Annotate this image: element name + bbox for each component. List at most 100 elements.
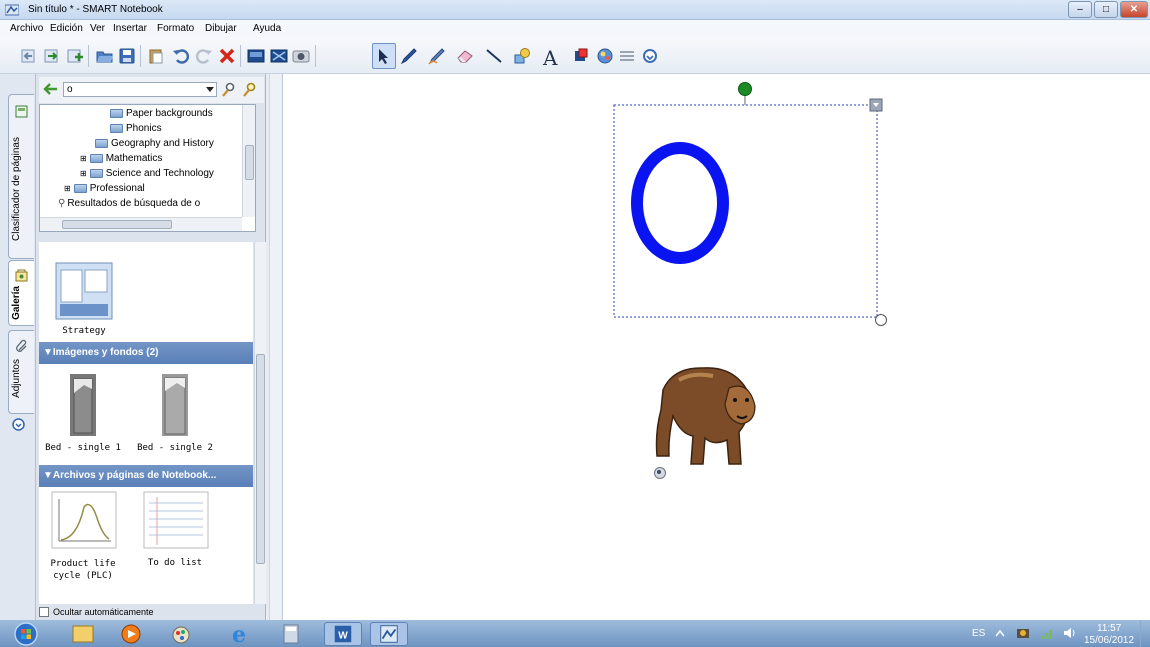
pen-icon[interactable] [400, 47, 418, 65]
tree-item[interactable]: Paper backgrounds [110, 108, 213, 119]
previous-page-icon[interactable] [20, 47, 38, 65]
auto-hide-checkbox[interactable] [39, 607, 49, 617]
taskbar: e W ES 11:57 15/06/2012 [0, 620, 1150, 647]
window-title: Sin título * - SMART Notebook [28, 4, 163, 15]
show-hidden-icons-icon[interactable] [995, 629, 1005, 637]
tab-gallery[interactable]: Galería [8, 260, 34, 326]
tree-item[interactable]: ⊞ Professional [64, 183, 145, 194]
select-icon[interactable] [375, 47, 393, 65]
selected-text-object[interactable] [608, 79, 908, 339]
explorer-icon[interactable] [64, 622, 102, 646]
properties-icon[interactable] [596, 47, 614, 65]
tree-item[interactable]: Geography and History [95, 138, 214, 149]
tree-hscrollbar[interactable] [40, 217, 242, 231]
network-icon[interactable] [1040, 626, 1056, 640]
tab-page-sorter[interactable]: Clasificador de páginas [8, 94, 34, 259]
side-tab-strip: Clasificador de páginas Galería Adjuntos [0, 74, 36, 620]
more-icon[interactable] [641, 47, 659, 65]
folder-icon [73, 183, 87, 193]
show-desktop-button[interactable] [1140, 620, 1150, 647]
add-page-icon[interactable] [66, 47, 84, 65]
close-button[interactable]: ✕ [1120, 1, 1148, 18]
fill-icon[interactable] [573, 47, 591, 65]
clock-time[interactable]: 11:57 [1097, 623, 1121, 634]
menu-dibujar[interactable]: Dibujar [205, 23, 237, 34]
search-icon[interactable] [221, 82, 235, 98]
start-orb-icon[interactable] [8, 621, 44, 646]
gallery-content: Strategy ▼Imágenes y fondos (2) Bed - si… [39, 242, 253, 604]
tree-item[interactable]: ⊞ Science and Technology [80, 168, 214, 179]
tab-attachments[interactable]: Adjuntos [8, 330, 34, 414]
gallery-panel: o Paper backgrounds Phonics Geography an… [36, 74, 266, 620]
notebook-canvas[interactable] [283, 74, 1150, 620]
page-sorter-icon [15, 105, 28, 118]
text-icon[interactable]: A [543, 46, 557, 70]
menu-archivo[interactable]: Archivo [10, 23, 43, 34]
next-page-icon[interactable] [43, 47, 61, 65]
panel-splitter[interactable] [266, 74, 283, 620]
tree-item[interactable]: Phonics [110, 123, 162, 134]
image-link-icon[interactable] [653, 466, 667, 480]
paste-icon[interactable] [147, 47, 165, 65]
smart-notebook-icon [5, 4, 19, 16]
shape-icon[interactable] [513, 47, 531, 65]
undo-icon[interactable] [172, 47, 190, 65]
panel-scrollbar[interactable] [269, 74, 281, 620]
gallery-tree: Paper backgrounds Phonics Geography and … [39, 104, 256, 232]
language-indicator[interactable]: ES [972, 628, 985, 639]
gallery-scrollbar[interactable] [254, 242, 266, 604]
product-life-cycle-thumbnail[interactable] [51, 491, 117, 549]
tab-gallery-label: Galería [11, 286, 22, 320]
volume-icon[interactable] [1062, 626, 1078, 640]
maximize-button[interactable]: □ [1094, 1, 1118, 18]
menu-ver[interactable]: Ver [90, 23, 105, 34]
eraser-icon[interactable] [456, 47, 474, 65]
maximize-icon: □ [1102, 4, 1110, 15]
media-player-icon[interactable] [112, 622, 150, 646]
line-icon[interactable] [485, 47, 503, 65]
expand-icon[interactable]: ⊞ [64, 184, 71, 193]
creative-pen-icon[interactable] [428, 47, 446, 65]
chevron-down-icon[interactable] [206, 87, 214, 92]
menu-edicion[interactable]: Edición [50, 23, 83, 34]
screen-shade-icon[interactable] [247, 47, 265, 65]
paint-icon[interactable] [164, 622, 202, 646]
section-header-notebook-files[interactable]: ▼Archivos y páginas de Notebook... [39, 465, 253, 487]
smart-notebook-icon[interactable] [370, 622, 408, 646]
delete-icon[interactable] [218, 47, 236, 65]
gallery-search-input[interactable]: o [63, 82, 217, 97]
to-do-list-thumbnail[interactable] [143, 491, 209, 549]
word-icon[interactable]: W [324, 622, 362, 646]
menu-insertar[interactable]: Insertar [113, 23, 147, 34]
to-do-list-label: To do list [147, 558, 203, 568]
strategy-thumbnail[interactable] [55, 262, 113, 320]
tree-item[interactable]: ⊞ Mathematics [80, 153, 162, 164]
expand-panel-icon[interactable] [12, 418, 25, 431]
tree-item-search-results[interactable]: ⚲ Resultados de búsqueda de o [58, 198, 228, 209]
minimize-button[interactable]: – [1068, 1, 1092, 18]
capture-icon[interactable] [292, 47, 310, 65]
internet-explorer-icon[interactable]: e [220, 622, 258, 646]
calculator-icon[interactable] [272, 622, 310, 646]
full-screen-icon[interactable] [270, 47, 288, 65]
tab-page-sorter-label: Clasificador de páginas [11, 137, 22, 241]
move-toolbar-icon[interactable] [618, 47, 636, 65]
menu-formato[interactable]: Formato [157, 23, 194, 34]
expand-icon[interactable]: ⊞ [80, 154, 87, 163]
section-header-images[interactable]: ▼Imágenes y fondos (2) [39, 342, 253, 364]
back-arrow-icon[interactable] [42, 82, 58, 96]
tray-app-icon[interactable] [1015, 626, 1031, 640]
save-icon[interactable] [118, 47, 136, 65]
title-bar: Sin título * - SMART Notebook – □ ✕ [0, 0, 1150, 20]
expand-icon[interactable]: ⊞ [80, 169, 87, 178]
tree-scrollbar[interactable] [242, 105, 255, 217]
redo-icon[interactable] [195, 47, 213, 65]
menu-ayuda[interactable]: Ayuda [253, 23, 281, 34]
bed-single-2-thumbnail[interactable] [141, 371, 209, 439]
brown-bear-image[interactable] [643, 360, 763, 475]
search-options-icon[interactable] [242, 82, 256, 98]
clock-date[interactable]: 15/06/2012 [1084, 635, 1134, 646]
open-file-icon[interactable] [96, 47, 114, 65]
close-icon: ✕ [1129, 4, 1139, 15]
bed-single-1-thumbnail[interactable] [49, 371, 117, 439]
